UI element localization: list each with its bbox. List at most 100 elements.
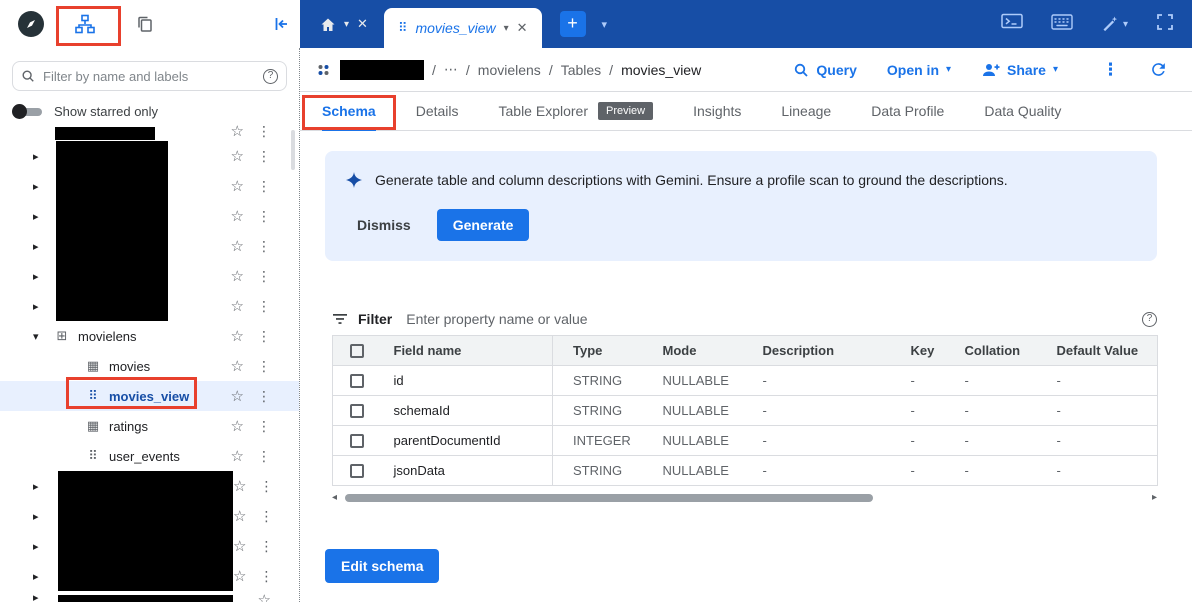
refresh-icon[interactable] [1149,60,1168,79]
chevron-right-icon[interactable]: ▸ [33,300,46,313]
star-icon[interactable]: ☆ [233,507,246,525]
open-in-button[interactable]: Open in ▾ [887,62,951,78]
column-header[interactable]: Collation [945,336,1037,366]
star-icon[interactable]: ☆ [231,267,244,285]
chevron-right-icon[interactable]: ▸ [33,210,46,223]
help-icon[interactable]: ? [1142,312,1157,327]
tree-item-redacted[interactable]: ▸ ☆ ⋮ [0,231,299,261]
more-options-icon[interactable]: ⋮ [257,148,271,165]
tree-item-redacted[interactable]: ▸ ☆ ⋮ [0,471,299,501]
chevron-right-icon[interactable]: ▸ [33,510,46,523]
chevron-right-icon[interactable]: ▸ [33,480,46,493]
more-options-icon[interactable]: ⋮ [257,208,271,225]
tab-data-quality[interactable]: Data Quality [984,92,1061,131]
scrollbar-thumb[interactable] [345,494,873,502]
star-icon[interactable]: ☆ [231,417,244,435]
star-icon[interactable]: ☆ [231,177,244,195]
star-icon[interactable]: ☆ [231,125,244,140]
tab-movies-view[interactable]: ⠿ movies_view ▾ ✕ [384,8,542,48]
row-checkbox[interactable] [350,374,364,388]
chevron-right-icon[interactable]: ▸ [33,150,46,163]
chevron-down-icon[interactable]: ▾ [344,19,349,30]
more-options-icon[interactable]: ⋮ [257,388,271,405]
more-options-icon[interactable]: ⋮ [257,418,271,435]
sidebar-search-box[interactable]: ? [12,61,287,91]
close-icon[interactable]: ✕ [517,20,528,36]
tab-table-explorer[interactable]: Table Explorer Preview [499,92,654,131]
star-icon[interactable]: ☆ [231,327,244,345]
tree-item-redacted[interactable]: ▸ ☆ ⋮ [0,141,299,171]
tree-item-ratings[interactable]: ▦ ratings ☆ ⋮ [0,411,299,441]
close-icon[interactable]: ✕ [357,16,368,32]
scroll-right-icon[interactable]: ▸ [1152,492,1157,503]
more-options-icon[interactable]: ⋮ [257,178,271,195]
column-header[interactable]: Mode [643,336,743,366]
more-options-icon[interactable]: ⋮ [257,298,271,315]
more-options-icon[interactable]: ⋮ [259,508,273,525]
explorer-tree-icon[interactable] [74,13,96,35]
tab-lineage[interactable]: Lineage [781,92,831,131]
cloud-shell-icon[interactable] [1001,13,1023,35]
tab-insights[interactable]: Insights [693,92,741,131]
tree-item-redacted[interactable]: ▸ ☆ ⋮ [0,501,299,531]
generate-button[interactable]: Generate [437,209,530,241]
more-options-icon[interactable]: ⋮ [259,568,273,585]
more-options-icon[interactable]: ⋮ [259,478,273,495]
chevron-down-icon[interactable]: ▾ [1123,19,1128,30]
tab-data-profile[interactable]: Data Profile [871,92,944,131]
sidebar-filter-input[interactable] [43,69,263,84]
keyboard-icon[interactable] [1051,14,1073,35]
column-header[interactable]: Field name [381,336,553,366]
collapse-panel-icon[interactable] [272,15,290,38]
star-icon[interactable]: ☆ [231,297,244,315]
tree-item-redacted[interactable]: ▸ ☆ ⋮ [0,261,299,291]
copy-icon[interactable] [136,15,154,33]
tree-item-movies[interactable]: ▦ movies ☆ ⋮ [0,351,299,381]
more-options-icon[interactable]: ⋮ [257,125,271,140]
column-header[interactable]: Type [553,336,643,366]
more-options-icon[interactable]: ⋮ [1102,60,1119,80]
chevron-right-icon[interactable]: ▸ [33,180,46,193]
more-options-icon[interactable]: ⋮ [259,538,273,555]
breadcrumb-tables[interactable]: Tables [561,62,601,78]
chevron-right-icon[interactable]: ▸ [33,570,46,583]
tree-item-redacted[interactable]: ☆ ⋮ [0,125,299,141]
help-icon[interactable]: ? [263,69,278,84]
dismiss-button[interactable]: Dismiss [345,209,423,241]
column-header[interactable]: Description [743,336,891,366]
chevron-down-icon[interactable]: ▾ [602,18,608,31]
star-icon[interactable]: ☆ [231,207,244,225]
star-icon[interactable]: ☆ [231,387,244,405]
more-options-icon[interactable]: ⋮ [257,238,271,255]
star-icon[interactable]: ☆ [233,477,246,495]
more-options-icon[interactable]: ⋮ [257,358,271,375]
tree-item-movies-view[interactable]: ⠿ movies_view ☆ ⋮ [0,381,299,411]
more-options-icon[interactable]: ⋮ [257,448,271,465]
filter-input[interactable] [406,311,1132,327]
share-button[interactable]: Share ▾ [981,62,1058,78]
tree-item-redacted[interactable]: ▸ ☆ ⋮ [0,561,299,591]
scroll-left-icon[interactable]: ◂ [332,492,337,503]
tree-item-redacted[interactable]: ▸ ☆ ⋮ [0,291,299,321]
chevron-right-icon[interactable]: ▸ [33,240,46,253]
chevron-right-icon[interactable]: ▸ [33,591,46,602]
star-icon[interactable]: ☆ [233,567,246,585]
star-icon[interactable]: ☆ [231,357,244,375]
tree-item-redacted[interactable]: ▸ ☆ ⋮ [0,201,299,231]
show-starred-toggle[interactable] [12,104,44,119]
chevron-right-icon[interactable]: ▸ [33,540,46,553]
fullscreen-icon[interactable] [1156,13,1174,36]
sidebar-scrollbar[interactable] [291,130,295,170]
breadcrumb-dataset[interactable]: movielens [478,62,541,78]
tree-item-redacted[interactable]: ▸ ☆ ⋮ [0,531,299,561]
tree-item-movielens[interactable]: ▾ ⊞ movielens ☆ ⋮ [0,321,299,351]
chevron-down-icon[interactable]: ▾ [33,330,46,343]
row-checkbox[interactable] [350,404,364,418]
column-header[interactable]: Default Value [1037,336,1158,366]
chevron-right-icon[interactable]: ▸ [33,270,46,283]
home-tab[interactable]: ▾ ✕ [310,16,378,32]
tree-item-redacted[interactable]: ▸ ☆ ⋮ [0,171,299,201]
query-button[interactable]: Query [793,62,856,78]
breadcrumb-ellipsis[interactable]: ⋯ [444,61,458,78]
tab-schema[interactable]: Schema [322,92,376,131]
